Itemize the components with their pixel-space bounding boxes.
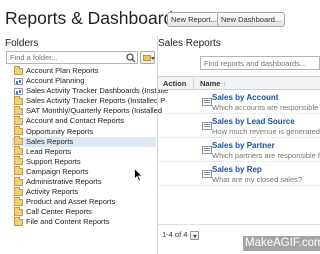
folder-item[interactable]: Account and Contact Reports <box>12 115 156 126</box>
report-description: Which partners are responsible f <box>212 151 320 160</box>
folder-item[interactable]: File and Content Reports <box>12 216 156 227</box>
folder-icon <box>14 136 23 146</box>
pager-dropdown-icon[interactable] <box>190 230 200 240</box>
reports-heading: Sales Reports <box>158 38 221 49</box>
folder-item[interactable]: Call Center Reports <box>12 206 156 217</box>
folder-item[interactable]: Activity Reports <box>12 186 156 197</box>
folder-icon <box>14 206 23 216</box>
folder-menu-icon[interactable] <box>140 51 155 64</box>
pager-text: 1-4 of 4 <box>162 230 188 239</box>
dashboard-folder-icon <box>14 77 23 85</box>
folder-item[interactable]: Sales Reports <box>12 136 156 147</box>
report-icon <box>202 146 212 154</box>
folder-item-label: Lead Reports <box>26 146 72 156</box>
folder-list: Account Plan Reports Account Planning Sale… <box>12 65 168 228</box>
search-icon[interactable] <box>126 53 136 63</box>
report-description: What are my closed sales? <box>212 175 303 184</box>
folder-item-label: Sales Activity Tracker Reports (Installe… <box>26 96 166 106</box>
new-report-button[interactable]: New Report... <box>167 12 221 27</box>
report-icon <box>202 170 212 178</box>
folder-icon <box>14 95 23 105</box>
folder-item[interactable]: Lead Reports <box>12 146 156 157</box>
watermark: MakeAGIF.com <box>243 236 320 251</box>
mouse-cursor-icon <box>134 168 143 182</box>
name-column-label: Name <box>200 79 221 88</box>
new-dashboard-button[interactable]: New Dashboard... <box>217 12 286 27</box>
folder-icon <box>14 196 23 206</box>
folder-item-label: Support Reports <box>26 156 81 166</box>
folder-item-label: SAT Monthly/Quarterly Reports (Installed <box>26 106 163 116</box>
folder-item-label: Campaign Reports <box>26 166 89 176</box>
folder-item-label: Administrative Reports <box>26 177 102 187</box>
folder-item-label: Activity Reports <box>26 187 79 197</box>
report-icon <box>202 122 212 130</box>
folder-item[interactable]: Sales Activity Tracker Reports (Installe… <box>12 95 165 106</box>
report-row: Sales by Rep What are my closed sales? <box>158 162 320 186</box>
report-row: Sales by Partner Which partners are respo… <box>158 138 320 162</box>
report-row: Sales by Account Which accounts are respo… <box>158 90 320 114</box>
report-row: Sales by Lead Source How much revenue is … <box>158 114 320 138</box>
folder-item-label: Sales Activity Tracker Dashboards (Insta… <box>26 86 169 96</box>
folder-item[interactable]: SAT Monthly/Quarterly Reports (Installed <box>12 105 162 116</box>
folder-item[interactable]: Account Plan Reports <box>12 65 156 76</box>
reports-search-input[interactable] <box>200 56 320 70</box>
folder-icon <box>14 146 23 156</box>
sort-ascending-icon[interactable]: ↑ <box>222 81 225 88</box>
folder-item-label: Account Planning <box>26 76 85 86</box>
folder-icon <box>14 156 23 166</box>
folders-heading: Folders <box>5 38 39 49</box>
folder-icon <box>14 186 23 196</box>
report-name-link[interactable]: Sales by Partner <box>212 141 275 150</box>
folder-item-label: Sales Reports <box>26 136 74 146</box>
folder-item[interactable]: Opportunity Reports <box>12 126 156 137</box>
report-description: Which accounts are responsible <box>212 103 319 112</box>
page-title: Reports & Dashboards <box>5 8 183 28</box>
folder-icon <box>14 105 23 115</box>
folder-item-label: Product and Asset Reports <box>26 197 116 207</box>
folder-item[interactable]: Support Reports <box>12 156 156 167</box>
folder-icon <box>14 115 23 125</box>
report-name-link[interactable]: Sales by Lead Source <box>212 117 295 126</box>
action-column-header: Action <box>163 79 187 88</box>
folder-item[interactable]: Account Planning <box>12 76 156 86</box>
report-icon <box>202 98 212 106</box>
folder-item[interactable]: Sales Activity Tracker Dashboards (Insta… <box>12 86 168 96</box>
folder-item-label: Account and Contact Reports <box>26 116 124 126</box>
pager: 1-4 of 4 <box>162 230 200 240</box>
folder-icon <box>14 216 23 226</box>
column-divider <box>193 77 194 89</box>
table-footer-divider <box>158 224 320 225</box>
folder-icon <box>14 176 23 186</box>
report-description: How much revenue is generated <box>212 127 320 136</box>
reports-table-header: Action Name ↑ <box>158 76 320 90</box>
folder-item-label: Account Plan Reports <box>26 66 99 75</box>
folder-icon <box>14 166 23 176</box>
folder-icon <box>14 65 23 75</box>
dashboard-folder-icon <box>14 87 23 95</box>
folder-icon <box>14 126 23 136</box>
folder-item-label: File and Content Reports <box>26 217 110 227</box>
folder-search-input[interactable] <box>6 51 138 64</box>
name-column-header[interactable]: Name ↑ <box>200 79 226 88</box>
folder-item-label: Opportunity Reports <box>26 126 94 136</box>
folder-item[interactable]: Product and Asset Reports <box>12 196 156 207</box>
report-name-link[interactable]: Sales by Rep <box>212 165 262 174</box>
folder-item-label: Call Center Reports <box>26 207 92 217</box>
report-name-link[interactable]: Sales by Account <box>212 93 278 102</box>
